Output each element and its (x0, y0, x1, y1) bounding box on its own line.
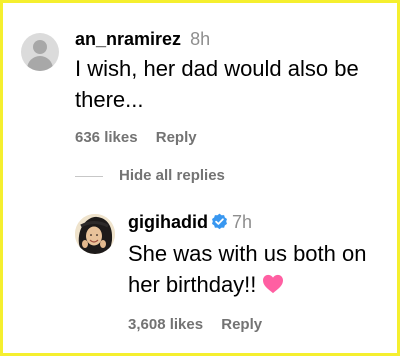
comment-timestamp: 8h (190, 29, 211, 49)
hide-replies-label: Hide all replies (119, 167, 225, 184)
comment-header: an_nramirez 8h (75, 27, 375, 51)
replies-divider-line (75, 175, 103, 177)
avatar[interactable] (21, 33, 59, 71)
comment-username[interactable]: an_nramirez (75, 29, 181, 49)
verified-badge-icon (211, 212, 228, 236)
pink-heart-icon (262, 271, 284, 302)
comment-text: I wish, her dad would also be there... (75, 56, 359, 112)
avatar-body-shape (27, 56, 53, 71)
comment-actions: 636 likes Reply (75, 129, 375, 146)
hide-replies-button[interactable]: Hide all replies (75, 167, 225, 184)
reply-likes-count[interactable]: 3,608 likes (128, 316, 203, 333)
comment-body: an_nramirez 8h I wish, her dad would als… (75, 27, 375, 146)
reply-body: gigihadid 7h She was with us both on her … (128, 210, 388, 333)
reply-reply-button[interactable]: Reply (221, 316, 262, 333)
screenshot-frame: an_nramirez 8h I wish, her dad would als… (0, 0, 400, 356)
avatar-head-shape (33, 40, 47, 54)
reply-text: She was with us both on her birthday!! (128, 241, 367, 297)
reply-avatar[interactable] (75, 214, 115, 254)
comment-likes-count[interactable]: 636 likes (75, 129, 138, 146)
reply-text-line: She was with us both on her birthday!! (128, 238, 388, 302)
avatar-photo-graphic (75, 214, 115, 254)
reply-timestamp: 7h (232, 212, 253, 232)
comment-reply-button[interactable]: Reply (156, 129, 197, 146)
reply-actions: 3,608 likes Reply (128, 316, 388, 333)
reply-username[interactable]: gigihadid (128, 212, 208, 232)
reply-header: gigihadid 7h (128, 210, 388, 236)
